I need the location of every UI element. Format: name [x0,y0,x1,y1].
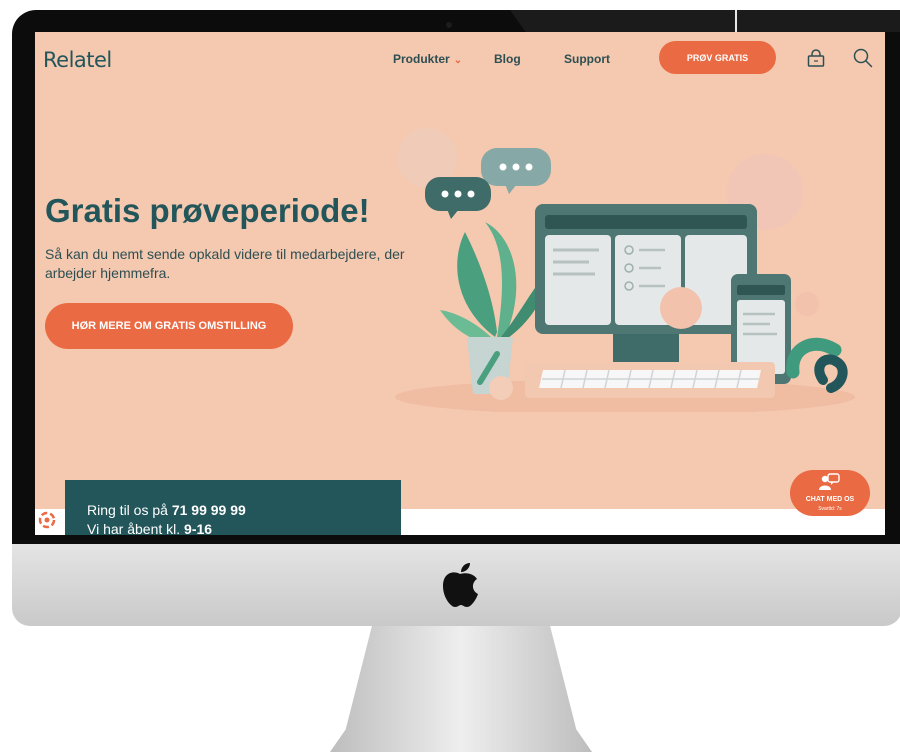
keyboard-illustration [525,362,775,398]
nav-support[interactable]: Support [564,52,610,66]
contact-phone-prefix: Ring til os på [87,502,172,518]
chevron-down-icon: ⌄ [453,55,463,66]
nav-produkter-label: Produkter [393,52,450,66]
imac-stand [330,626,592,752]
contact-hours-prefix: Vi har åbent kl. [87,521,185,535]
try-free-button[interactable]: PRØV GRATIS [659,41,776,74]
learn-more-button[interactable]: HØR MERE OM GRATIS OMSTILLING [45,303,293,349]
chat-bubble-icon [481,148,551,194]
contact-box: Ring til os på 71 99 99 99 Vi har åbent … [65,480,401,535]
monitor-illustration [535,204,757,362]
site-logo[interactable]: Relatel [43,48,112,72]
website-screen: Relatel Produkter ⌄ Blog Support PRØV GRA… [35,32,885,535]
contact-hours-line: Vi har åbent kl. 9-16 [87,521,212,535]
hero-illustration [395,128,855,412]
chat-button[interactable]: CHAT MED OS Svartid: 7s [790,470,870,516]
opening-hours: 9-16 [184,521,213,535]
cart-icon[interactable] [806,48,826,68]
chat-status: Svartid: 7s [818,506,842,512]
chat-icon [819,473,840,490]
hero-title: Gratis prøveperiode! [45,192,370,229]
nav-produkter[interactable]: Produkter ⌄ [393,52,462,66]
phone-number[interactable]: 71 99 99 99 [172,502,246,518]
deco-sphere [795,292,819,316]
apple-logo-icon [443,563,478,607]
chat-label: CHAT MED OS [805,496,855,503]
bezel-reflection-line [735,10,737,32]
nav-blog[interactable]: Blog [494,52,521,66]
bezel-reflection [510,10,900,32]
cookie-icon[interactable] [36,509,58,531]
hook-illustration [786,337,848,393]
chat-bubble-icon [425,177,491,219]
camera-dot [446,22,452,28]
search-icon[interactable] [853,48,873,68]
contact-phone-line: Ring til os på 71 99 99 99 [87,502,246,518]
